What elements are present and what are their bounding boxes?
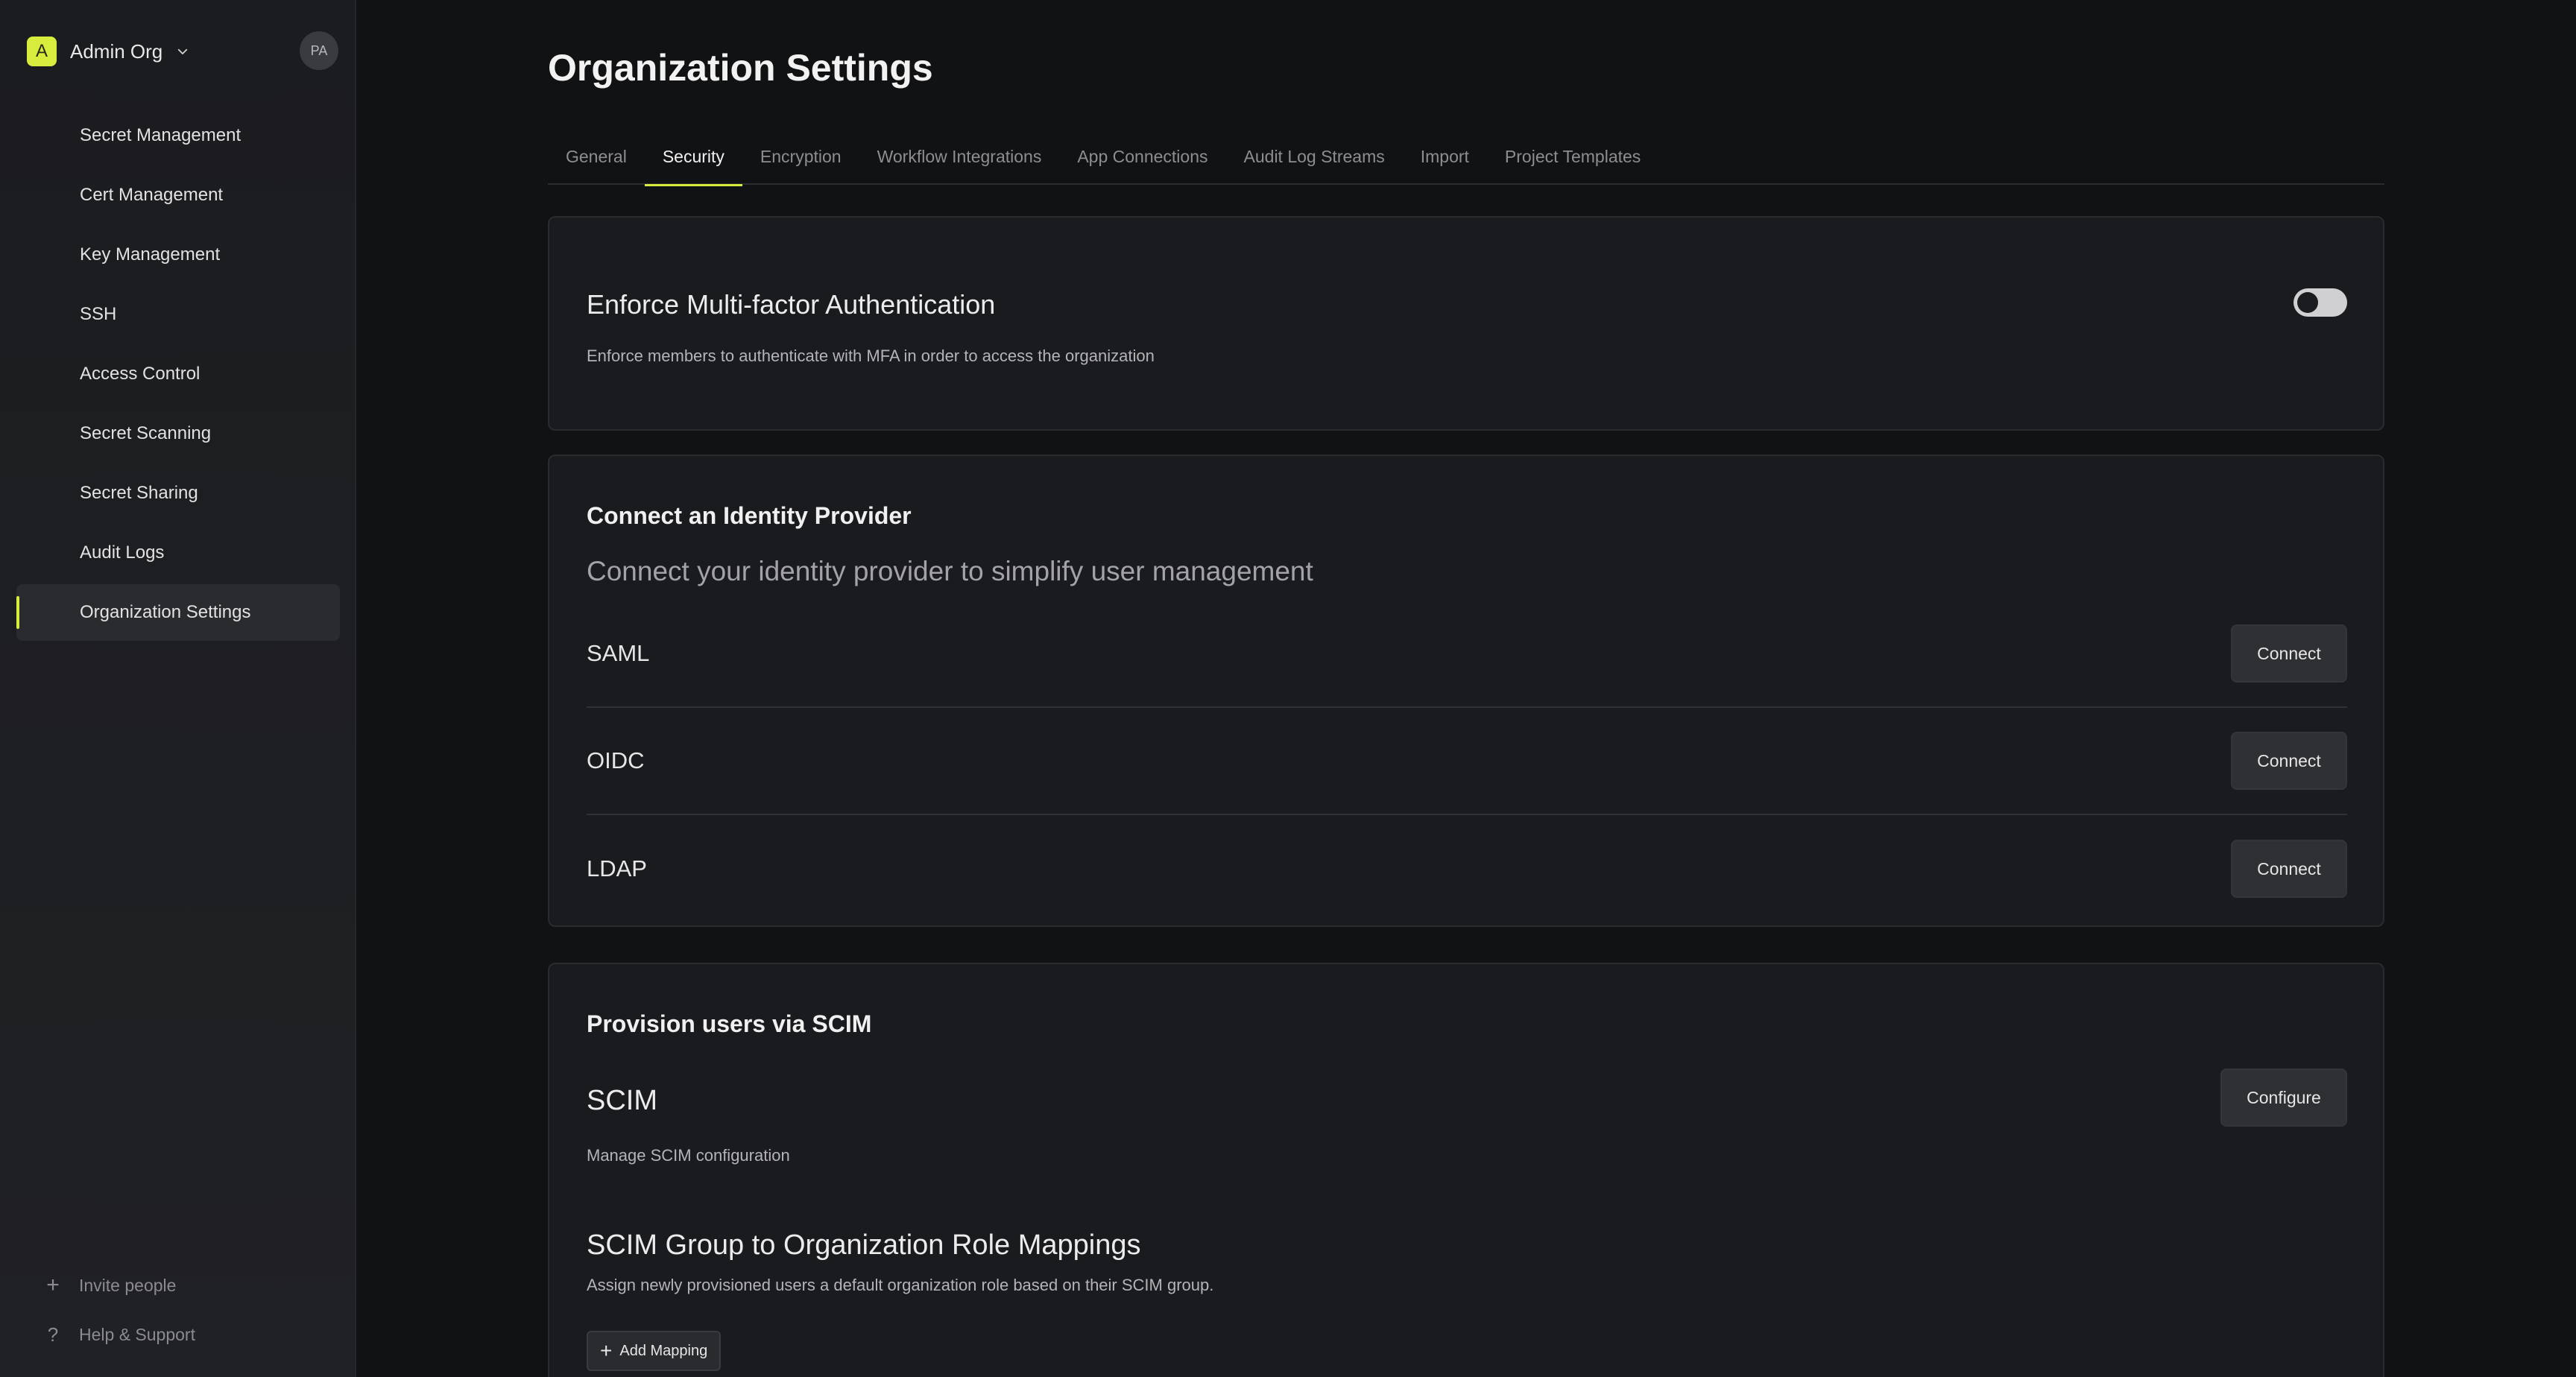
idp-title: Connect an Identity Provider — [587, 502, 912, 529]
settings-tabs: General Security Encryption Workflow Int… — [548, 128, 2384, 186]
sidebar-item-label: SSH — [80, 304, 117, 324]
question-mark-icon: ? — [47, 1323, 59, 1346]
tab-project-templates[interactable]: Project Templates — [1487, 128, 1658, 185]
org-logo: A — [27, 37, 57, 66]
help-support-link-wrap: ? Help & Support — [43, 1320, 341, 1349]
identity-provider-card: Connect an Identity Provider Connect you… — [548, 455, 2384, 927]
sidebar-item-label: Secret Scanning — [80, 423, 212, 443]
add-mapping-button[interactable]: + Add Mapping — [587, 1331, 722, 1371]
sidebar-item-audit-logs[interactable]: Audit Logs — [16, 525, 340, 581]
add-mapping-label: Add Mapping — [619, 1342, 708, 1359]
idp-row-ldap: LDAP Connect — [587, 815, 2347, 922]
mfa-description: Enforce members to authenticate with MFA… — [587, 346, 1155, 365]
sidebar-nav: Secret Management Cert Management Key Ma… — [16, 107, 340, 644]
scim-card: Provision users via SCIM SCIM Manage SCI… — [548, 963, 2384, 1377]
scim-title: Provision users via SCIM — [587, 1010, 872, 1037]
scim-description: Manage SCIM configuration — [587, 1146, 790, 1165]
sidebar-item-label: Key Management — [80, 244, 221, 265]
page-title: Organization Settings — [548, 47, 933, 89]
tab-security[interactable]: Security — [644, 128, 743, 186]
app-root: A Admin Org PA Secret Management Cert Ma… — [0, 0, 2576, 1377]
scim-mapping-description: Assign newly provisioned users a default… — [587, 1276, 1214, 1294]
toggle-knob — [2297, 292, 2318, 313]
plus-icon: + — [600, 1339, 613, 1362]
mfa-title: Enforce Multi-factor Authentication — [587, 289, 996, 320]
sidebar-item-key-management[interactable]: Key Management — [16, 227, 340, 283]
idp-subtitle: Connect your identity provider to simpli… — [587, 556, 1313, 586]
invite-people-label: Invite people — [79, 1275, 177, 1295]
invite-people-link-wrap: + Invite people — [43, 1270, 341, 1300]
sidebar-item-label: Secret Management — [80, 125, 242, 145]
idp-name-saml: SAML — [587, 640, 650, 666]
idp-row-saml: SAML Connect — [587, 601, 2347, 708]
tab-workflow-integrations[interactable]: Workflow Integrations — [859, 128, 1060, 185]
oidc-connect-button[interactable]: Connect — [2231, 732, 2347, 790]
scim-name: SCIM — [587, 1085, 657, 1116]
idp-name-oidc: OIDC — [587, 747, 645, 773]
tab-app-connections[interactable]: App Connections — [1059, 128, 1225, 185]
idp-name-ldap: LDAP — [587, 855, 647, 881]
sidebar-item-secret-management[interactable]: Secret Management — [16, 107, 340, 164]
invite-people-link[interactable]: + Invite people — [43, 1270, 341, 1300]
sidebar-item-cert-management[interactable]: Cert Management — [16, 167, 340, 224]
ldap-connect-button[interactable]: Connect — [2231, 840, 2347, 898]
sidebar-item-label: Cert Management — [80, 185, 224, 205]
sidebar-item-label: Access Control — [80, 364, 201, 384]
sidebar-item-organization-settings[interactable]: Organization Settings — [16, 584, 340, 641]
sidebar-item-label: Secret Sharing — [80, 483, 198, 503]
org-name: Admin Org — [70, 39, 163, 63]
mfa-toggle[interactable] — [2294, 288, 2347, 317]
saml-connect-button[interactable]: Connect — [2231, 624, 2347, 683]
main-content: Organization Settings General Security E… — [356, 0, 2576, 1377]
sidebar-item-ssh[interactable]: SSH — [16, 286, 340, 343]
help-support-label: Help & Support — [79, 1324, 195, 1344]
tab-import[interactable]: Import — [1403, 128, 1487, 185]
sidebar-item-secret-scanning[interactable]: Secret Scanning — [16, 405, 340, 462]
scim-mapping-title: SCIM Group to Organization Role Mappings — [587, 1229, 1141, 1261]
scim-configure-button[interactable]: Configure — [2220, 1069, 2347, 1127]
sidebar-item-label: Organization Settings — [80, 602, 251, 622]
plus-icon: + — [46, 1273, 60, 1297]
tab-general[interactable]: General — [548, 128, 645, 185]
tab-audit-log-streams[interactable]: Audit Log Streams — [1226, 128, 1403, 185]
sidebar-item-label: Audit Logs — [80, 542, 165, 563]
tab-encryption[interactable]: Encryption — [742, 128, 859, 185]
mfa-card: Enforce Multi-factor Authentication Enfo… — [548, 216, 2384, 431]
sidebar-item-secret-sharing[interactable]: Secret Sharing — [16, 465, 340, 522]
user-avatar[interactable]: PA — [300, 31, 338, 70]
chevron-down-icon — [178, 48, 188, 54]
org-switcher[interactable]: A Admin Org — [27, 36, 189, 67]
sidebar-item-access-control[interactable]: Access Control — [16, 346, 340, 402]
idp-row-oidc: OIDC Connect — [587, 708, 2347, 815]
help-support-link[interactable]: ? Help & Support — [43, 1320, 341, 1349]
sidebar: A Admin Org PA Secret Management Cert Ma… — [0, 0, 356, 1377]
